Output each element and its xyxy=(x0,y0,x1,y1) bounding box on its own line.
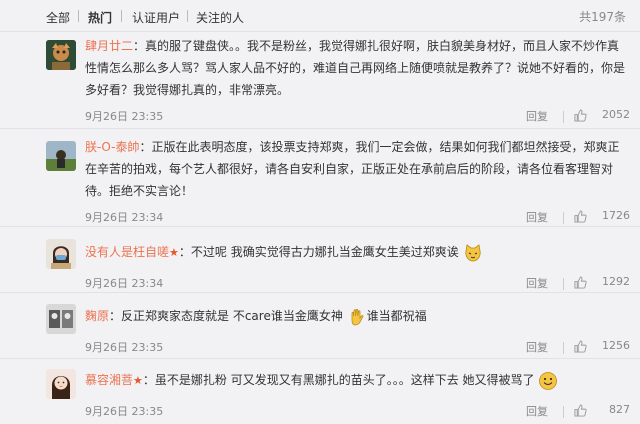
reply-button[interactable]: 回复 xyxy=(526,108,548,124)
comment-content: 肆月廿二：真的服了键盘侠。。我不是粉丝，我觉得娜扎很好啊，肤白貌美身材好，而且人… xyxy=(85,35,630,101)
comment-timestamp: 9月26日 23:35 xyxy=(85,110,164,123)
comment-meta: 9月26日 23:35 回复 2052 xyxy=(85,108,630,126)
action-divider xyxy=(563,111,564,123)
comment-timestamp: 9月26日 23:34 xyxy=(85,277,164,290)
comment-item: 朕-O-泰帥：正版在此表明态度，该投票支持郑爽，我们一定会做，结果如何我们都坦然… xyxy=(0,128,640,226)
comment-total-count: 共197条 xyxy=(579,10,626,24)
thumbs-up-icon xyxy=(574,109,587,122)
avatar[interactable] xyxy=(46,304,76,334)
comment-text: ：真的服了键盘侠。。我不是粉丝，我觉得娜扎很好啊，肤白貌美身材好，而且人家不炒作… xyxy=(85,39,626,97)
comment-meta: 9月26日 23:34 回复 1292 xyxy=(85,275,630,293)
filter-divider xyxy=(187,10,188,22)
comment-meta: 9月26日 23:35 回复 1256 xyxy=(85,339,630,357)
comment-text: ：反正郑爽家态度就是 不care谁当金鹰女神 xyxy=(109,309,343,323)
comment-actions: 回复 2052 xyxy=(470,108,630,126)
comment-content: 朕-O-泰帥：正版在此表明态度，该投票支持郑爽，我们一定会做，结果如何我们都坦然… xyxy=(85,136,630,202)
thumbs-up-icon xyxy=(574,210,587,223)
action-divider xyxy=(563,342,564,354)
reply-button[interactable]: 回复 xyxy=(526,403,548,419)
comment-text: 谁当都祝福 xyxy=(366,309,427,323)
action-divider xyxy=(563,278,564,290)
comment-author[interactable]: 慕容湘菩 xyxy=(85,373,133,387)
avatar[interactable] xyxy=(46,239,76,269)
star-badge-icon: ★ xyxy=(133,374,143,387)
filter-divider xyxy=(121,10,122,22)
comment-author[interactable]: 没有人是枉自嗟 xyxy=(85,245,169,259)
comment-meta: 9月26日 23:34 回复 1726 xyxy=(85,209,630,227)
comment-content: 慕容湘菩★：虽不是娜扎粉 可又发现又有黑娜扎的苗头了。。。这样下去 她又得被骂了 xyxy=(85,369,630,392)
comment-actions: 回复 827 xyxy=(470,403,630,421)
filter-following[interactable]: 关注的人 xyxy=(196,9,244,26)
comment-author[interactable]: 肆月廿二 xyxy=(85,39,133,53)
comment-author[interactable]: 麴原 xyxy=(85,309,109,323)
avatar[interactable] xyxy=(46,40,76,70)
comment-item: 慕容湘菩★：虽不是娜扎粉 可又发现又有黑娜扎的苗头了。。。这样下去 她又得被骂了… xyxy=(0,358,640,424)
avatar[interactable] xyxy=(46,141,76,171)
filter-divider xyxy=(78,10,79,22)
reply-button[interactable]: 回复 xyxy=(526,339,548,355)
comment-filter-bar: 全部 热门 认证用户 关注的人 共197条 xyxy=(0,0,640,32)
thumbs-up-icon xyxy=(574,404,587,417)
thumbs-up-icon xyxy=(574,340,587,353)
comment-panel: 全部 热门 认证用户 关注的人 共197条 肆月廿二：真的服了键盘侠。。我不是粉… xyxy=(0,0,640,424)
comment-timestamp: 9月26日 23:34 xyxy=(85,211,164,224)
comment-item: 肆月廿二：真的服了键盘侠。。我不是粉丝，我觉得娜扎很好啊，肤白貌美身材好，而且人… xyxy=(0,31,640,128)
like-count: 827 xyxy=(609,403,630,416)
filter-all[interactable]: 全部 xyxy=(46,9,70,26)
avatar[interactable] xyxy=(46,369,76,399)
comment-item: 没有人是枉自嗟★：不过呢 我确实觉得古力娜扎当金鹰女生美过郑爽诶 9月26日 2… xyxy=(0,226,640,292)
waving-hand-emoji-icon xyxy=(351,308,364,325)
action-divider xyxy=(563,212,564,224)
star-badge-icon: ★ xyxy=(169,246,179,259)
like-count: 2052 xyxy=(602,108,630,121)
comment-timestamp: 9月26日 23:35 xyxy=(85,341,164,354)
comment-text: ：正版在此表明态度，该投票支持郑爽，我们一定会做，结果如何我们都坦然接受，郑爽正… xyxy=(85,140,620,198)
comment-content: 没有人是枉自嗟★：不过呢 我确实觉得古力娜扎当金鹰女生美过郑爽诶 xyxy=(85,241,630,264)
comment-actions: 回复 1256 xyxy=(470,339,630,357)
like-count: 1292 xyxy=(602,275,630,288)
like-count: 1256 xyxy=(602,339,630,352)
comment-text: ：虽不是娜扎粉 可又发现又有黑娜扎的苗头了。。。这样下去 她又得被骂了 xyxy=(142,373,535,387)
reply-button[interactable]: 回复 xyxy=(526,275,548,291)
cat-face-emoji-icon xyxy=(464,243,481,261)
action-divider xyxy=(563,406,564,418)
reply-button[interactable]: 回复 xyxy=(526,209,548,225)
filter-hot[interactable]: 热门 xyxy=(88,9,112,26)
comment-item: 麴原：反正郑爽家态度就是 不care谁当金鹰女神 谁当都祝福 9月26日 23:… xyxy=(0,292,640,358)
smiley-emoji-icon xyxy=(539,371,558,390)
like-count: 1726 xyxy=(602,209,630,222)
comment-text: ：不过呢 我确实觉得古力娜扎当金鹰女生美过郑爽诶 xyxy=(178,245,459,259)
comment-actions: 回复 1726 xyxy=(470,209,630,227)
comment-timestamp: 9月26日 23:35 xyxy=(85,405,164,418)
comment-actions: 回复 1292 xyxy=(470,275,630,293)
comment-meta: 9月26日 23:35 回复 827 xyxy=(85,403,630,421)
comment-author[interactable]: 朕-O-泰帥 xyxy=(85,140,139,154)
thumbs-up-icon xyxy=(574,276,587,289)
filter-verified[interactable]: 认证用户 xyxy=(132,9,180,26)
comment-content: 麴原：反正郑爽家态度就是 不care谁当金鹰女神 谁当都祝福 xyxy=(85,305,630,327)
